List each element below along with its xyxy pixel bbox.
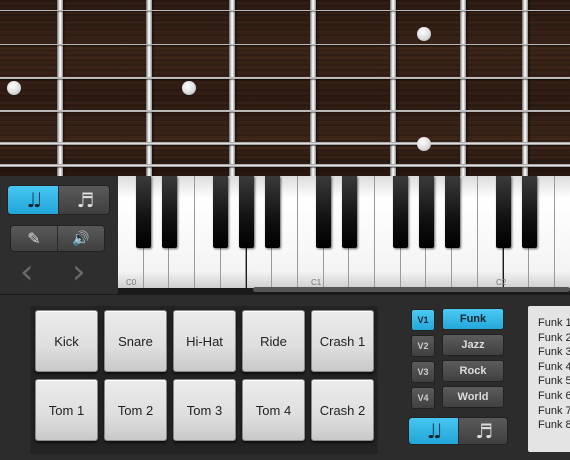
fret-inlay-dot (7, 81, 21, 95)
pattern-list-item[interactable]: Funk 3 (538, 345, 570, 360)
piano-black-key[interactable] (393, 176, 409, 248)
pattern-list-item[interactable]: Funk 5 (538, 374, 570, 389)
pattern-list-item[interactable]: Funk 4 (538, 360, 570, 375)
octave-label: C0 (126, 278, 137, 287)
fret (146, 0, 152, 176)
piano-black-key[interactable] (444, 176, 460, 248)
piano-black-key[interactable] (521, 176, 537, 248)
fret-inlay-dot (182, 81, 196, 95)
style-button-funk[interactable]: Funk (442, 308, 504, 330)
piano-black-key[interactable] (239, 176, 254, 248)
note-mode-toggle[interactable]: ♩♩ ♬ (7, 185, 110, 215)
fret-inlay-dot (417, 137, 431, 151)
guitar-string[interactable] (0, 164, 570, 167)
rhythm-mode-toggle[interactable]: ♩♩ ♬ (408, 417, 508, 445)
drum-pad-crash-2[interactable]: Crash 2 (311, 379, 374, 441)
pattern-list-item[interactable]: Funk 8 (538, 418, 570, 433)
piano-black-key[interactable] (213, 176, 229, 248)
fret (57, 0, 63, 176)
piano-scrollbar[interactable] (253, 287, 570, 292)
drum-pad-tom-3[interactable]: Tom 3 (173, 379, 236, 441)
style-button-jazz[interactable]: Jazz (442, 334, 504, 356)
piano-black-key[interactable] (496, 176, 511, 248)
drum-pad-grid: Kick Snare Hi-Hat Ride Crash 1 Tom 1 Tom… (30, 306, 378, 454)
guitar-string[interactable] (0, 77, 570, 79)
stacked-notes-icon[interactable]: ♬ (58, 186, 109, 214)
fret (390, 0, 396, 176)
piano-black-key[interactable] (161, 176, 177, 248)
piano-black-key[interactable] (316, 176, 332, 248)
drum-pad-tom-2[interactable]: Tom 2 (104, 379, 167, 441)
prev-arrow-icon[interactable]: ‹ (20, 255, 40, 290)
pattern-list-item[interactable]: Funk 2 (538, 331, 570, 346)
pencil-icon[interactable]: ✎ (11, 226, 57, 251)
drum-pad-tom-4[interactable]: Tom 4 (242, 379, 305, 441)
variation-button-v2[interactable]: V2 (411, 335, 435, 357)
octave-label: C2 (496, 278, 507, 287)
speaker-icon[interactable]: 🔊 (57, 226, 104, 251)
piano-black-key[interactable] (264, 176, 280, 248)
fret (310, 0, 316, 176)
style-button-world[interactable]: World (442, 386, 504, 408)
guitar-string[interactable] (0, 110, 570, 112)
guitar-fretboard[interactable] (0, 0, 570, 176)
drum-pad-tom-1[interactable]: Tom 1 (35, 379, 98, 441)
fret (522, 0, 528, 176)
drum-pad-snare[interactable]: Snare (104, 310, 167, 372)
piano-keyboard[interactable]: C0 C1 C2 (118, 176, 570, 294)
piano-black-key[interactable] (341, 176, 357, 248)
variation-button-v1[interactable]: V1 (411, 309, 435, 331)
piano-black-key[interactable] (418, 176, 434, 248)
guitar-string[interactable] (0, 10, 570, 11)
pattern-list-item[interactable]: Funk 7 (538, 404, 570, 419)
fret (229, 0, 235, 176)
eighth-notes-icon[interactable]: ♩♩ (409, 418, 458, 444)
pattern-list-item[interactable]: Funk 6 (538, 389, 570, 404)
fret-inlay-dot (417, 27, 431, 41)
tool-toggle[interactable]: ✎ 🔊 (10, 225, 105, 252)
pattern-list[interactable]: Funk 1 Funk 2 Funk 3 Funk 4 Funk 5 Funk 6 Funk… (528, 306, 570, 452)
next-arrow-icon[interactable]: › (72, 255, 92, 290)
variation-button-v4[interactable]: V4 (411, 387, 435, 409)
variation-button-v3[interactable]: V3 (411, 361, 435, 383)
drum-pad-ride[interactable]: Ride (242, 310, 305, 372)
guitar-string[interactable] (0, 44, 570, 45)
guitar-string[interactable] (0, 142, 570, 145)
octave-label: C1 (311, 278, 322, 287)
piano-black-key[interactable] (136, 176, 152, 248)
eighth-notes-icon[interactable]: ♩♩ (8, 186, 58, 214)
stacked-notes-icon[interactable]: ♬ (457, 418, 507, 444)
drum-pad-crash-1[interactable]: Crash 1 (311, 310, 374, 372)
fret (460, 0, 466, 176)
style-button-rock[interactable]: Rock (442, 360, 504, 382)
piano-white-key[interactable] (554, 176, 570, 288)
drum-pad-kick[interactable]: Kick (35, 310, 98, 372)
drum-pad-hihat[interactable]: Hi-Hat (173, 310, 236, 372)
pattern-list-item[interactable]: Funk 1 (538, 316, 570, 331)
